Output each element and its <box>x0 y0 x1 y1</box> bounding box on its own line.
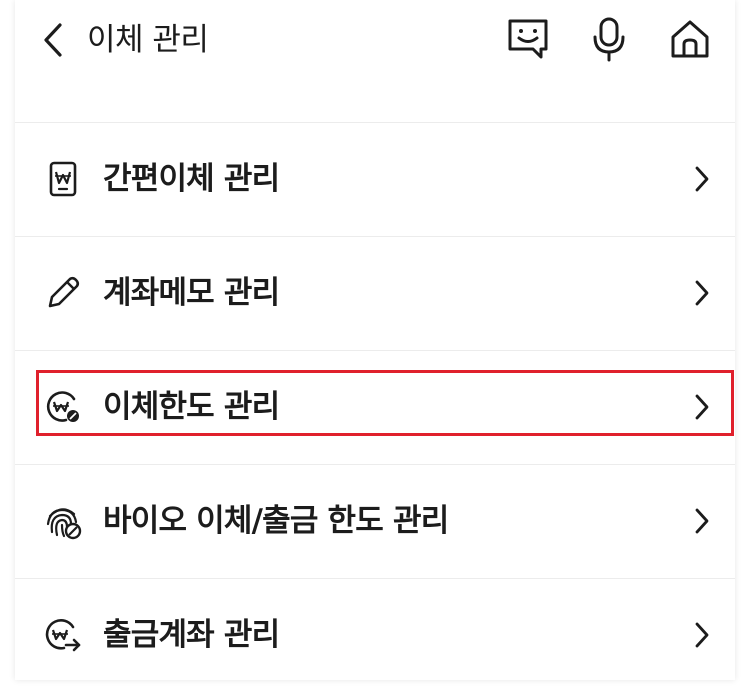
chevron-right-icon <box>691 505 713 537</box>
voice-search-button[interactable] <box>584 14 634 64</box>
back-button[interactable] <box>35 18 71 62</box>
menu-item-transfer-limit[interactable]: 이체한도 관리 <box>15 350 735 465</box>
menu-item-label: 이체한도 관리 <box>103 389 280 425</box>
menu-item-label: 간편이체 관리 <box>103 161 280 197</box>
fingerprint-limit-icon <box>43 503 83 540</box>
transfer-limit-icon <box>43 389 83 425</box>
home-icon <box>671 20 709 58</box>
page-title: 이체 관리 <box>87 22 209 58</box>
transfer-management-screen: 이체 관리 간편이체 관리 계좌메모 관리 이체한도 관리 바이오 이체/출금 … <box>15 0 735 680</box>
chevron-right-icon <box>691 277 713 309</box>
pencil-icon <box>43 275 83 311</box>
chat-bot-button[interactable] <box>503 14 553 64</box>
withdrawal-account-icon <box>43 617 83 653</box>
menu-item-withdrawal-account[interactable]: 출금계좌 관리 <box>15 578 735 680</box>
app-header: 이체 관리 <box>15 0 735 123</box>
microphone-icon <box>593 17 625 62</box>
menu-item-bio-transfer-limit[interactable]: 바이오 이체/출금 한도 관리 <box>15 464 735 579</box>
simple-transfer-card-icon <box>43 161 83 197</box>
menu-item-account-memo[interactable]: 계좌메모 관리 <box>15 236 735 351</box>
back-icon <box>44 23 62 57</box>
chevron-right-icon <box>691 391 713 423</box>
menu-item-label: 계좌메모 관리 <box>103 275 280 311</box>
menu-item-simple-transfer[interactable]: 간편이체 관리 <box>15 122 735 237</box>
chevron-right-icon <box>691 163 713 195</box>
menu-item-label: 출금계좌 관리 <box>103 617 280 653</box>
menu-item-label: 바이오 이체/출금 한도 관리 <box>103 503 449 539</box>
chevron-right-icon <box>691 619 713 651</box>
chat-bot-icon <box>508 19 548 59</box>
home-button[interactable] <box>665 14 715 64</box>
